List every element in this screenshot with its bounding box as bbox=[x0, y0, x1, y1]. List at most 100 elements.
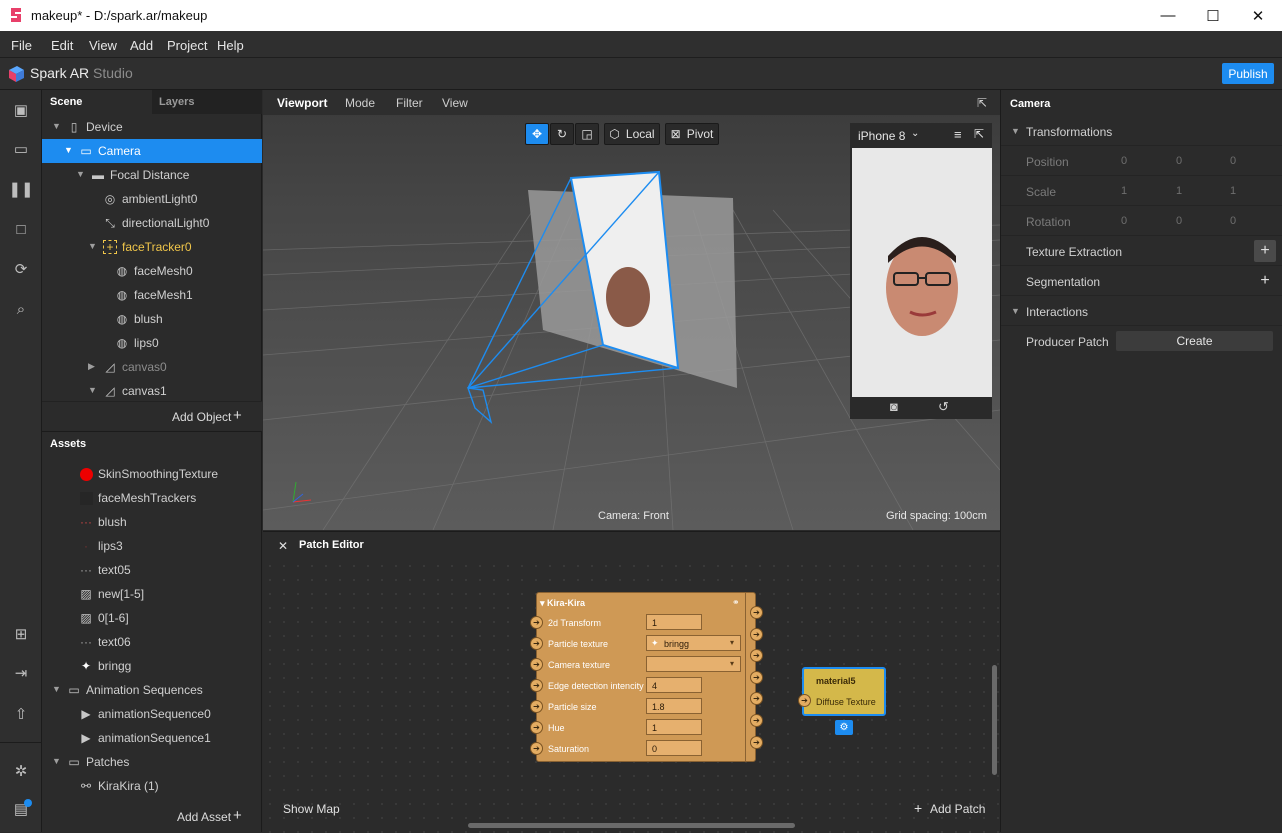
menu-file[interactable]: File bbox=[11, 38, 32, 53]
interactions-section[interactable]: ▼ Interactions bbox=[1001, 296, 1282, 326]
input-port[interactable]: ➔ bbox=[530, 616, 543, 629]
asset-item[interactable]: faceMeshTrackers bbox=[42, 486, 262, 510]
layout-icon[interactable]: ▣ bbox=[11, 100, 31, 120]
input-port[interactable]: ➔ bbox=[530, 700, 543, 713]
input-port[interactable]: ➔ bbox=[530, 721, 543, 734]
plus-icon[interactable]: + bbox=[233, 807, 242, 824]
video-icon[interactable]: ▭ bbox=[11, 139, 31, 159]
texture-select[interactable] bbox=[646, 656, 741, 672]
output-port[interactable]: ➔ bbox=[750, 606, 763, 619]
texture-select[interactable]: bringg bbox=[646, 635, 741, 651]
pivot-button[interactable]: ⊠ Pivot bbox=[665, 123, 719, 145]
tab-layers[interactable]: Layers bbox=[159, 96, 194, 108]
scene-item-lips0[interactable]: ◍ lips0 bbox=[42, 331, 262, 355]
device-select[interactable]: iPhone 8 bbox=[858, 129, 905, 143]
add-segmentation-button[interactable]: + bbox=[1254, 270, 1276, 292]
send-to-device-icon[interactable]: ⇥ bbox=[11, 663, 31, 683]
minimize-button[interactable]: — bbox=[1145, 0, 1191, 31]
gear-icon[interactable]: ⚙ bbox=[835, 720, 853, 735]
link-icon[interactable]: ⚭ bbox=[732, 597, 740, 608]
plus-icon[interactable]: + bbox=[914, 800, 922, 816]
add-file-icon[interactable]: ⊞ bbox=[11, 624, 31, 644]
rotation-x[interactable]: 0 bbox=[1116, 212, 1166, 230]
scale-tool-icon[interactable]: ◲ bbox=[575, 123, 599, 145]
output-port[interactable]: ➔ bbox=[750, 692, 763, 705]
scene-item-canvas1[interactable]: ▼ ◿ canvas1 bbox=[42, 379, 262, 403]
menu-add[interactable]: Add bbox=[130, 38, 153, 53]
screenshot-icon[interactable]: ◙ bbox=[890, 399, 898, 414]
output-port[interactable]: ➔ bbox=[750, 736, 763, 749]
menu-edit[interactable]: Edit bbox=[51, 38, 73, 53]
asset-item[interactable]: ▶ animationSequence1 bbox=[42, 726, 262, 750]
asset-folder[interactable]: ▼ ▭ Animation Sequences bbox=[42, 678, 262, 702]
menu-help[interactable]: Help bbox=[217, 38, 244, 53]
chevron-down-icon[interactable]: ⌄ bbox=[911, 128, 919, 139]
rotate-device-icon[interactable]: ↺ bbox=[938, 399, 949, 415]
rotation-y[interactable]: 0 bbox=[1171, 212, 1221, 230]
asset-item[interactable]: SkinSmoothingTexture bbox=[42, 462, 262, 486]
close-button[interactable]: ✕ bbox=[1235, 0, 1281, 31]
close-icon[interactable]: ✕ bbox=[278, 539, 288, 553]
output-port[interactable]: ➔ bbox=[750, 628, 763, 641]
popout-icon[interactable]: ⇱ bbox=[977, 96, 987, 110]
output-port[interactable]: ➔ bbox=[750, 714, 763, 727]
param-value[interactable]: 1 bbox=[646, 614, 702, 630]
input-port[interactable]: ➔ bbox=[530, 658, 543, 671]
popout-icon[interactable]: ⇱ bbox=[974, 127, 984, 141]
asset-item[interactable]: ··· blush bbox=[42, 510, 262, 534]
scene-item-ambient-light[interactable]: ◎ ambientLight0 bbox=[42, 187, 262, 211]
scene-item-blush[interactable]: ◍ blush bbox=[42, 307, 262, 331]
scene-item-facemesh0[interactable]: ◍ faceMesh0 bbox=[42, 259, 262, 283]
pause-icon[interactable]: ❚❚ bbox=[8, 179, 33, 199]
stop-icon[interactable]: □ bbox=[11, 219, 31, 239]
scene-item-device[interactable]: ▼ ▯ Device bbox=[42, 115, 262, 139]
input-port[interactable]: ➔ bbox=[530, 742, 543, 755]
asset-item[interactable]: ✦ bringg bbox=[42, 654, 262, 678]
plus-icon[interactable]: + bbox=[233, 407, 242, 424]
position-y[interactable]: 0 bbox=[1171, 152, 1221, 170]
menu-view[interactable]: View bbox=[89, 38, 117, 53]
asset-item[interactable]: ··· text06 bbox=[42, 630, 262, 654]
bug-icon[interactable]: ✲ bbox=[11, 761, 31, 781]
param-value[interactable]: 0 bbox=[646, 740, 702, 756]
scale-y[interactable]: 1 bbox=[1171, 182, 1221, 200]
scene-item-face-tracker[interactable]: ▼ + faceTracker0 bbox=[42, 235, 262, 259]
maximize-button[interactable]: ☐ bbox=[1190, 0, 1236, 31]
create-button[interactable]: Create bbox=[1116, 331, 1273, 351]
collapse-icon[interactable]: ▾ bbox=[540, 598, 545, 608]
tab-view[interactable]: View bbox=[442, 96, 468, 110]
vertical-scrollbar[interactable] bbox=[992, 665, 997, 775]
local-button[interactable]: ⬡ Local bbox=[604, 123, 660, 145]
input-port[interactable]: ➔ bbox=[530, 679, 543, 692]
rotate-tool-icon[interactable]: ↻ bbox=[550, 123, 574, 145]
kira-kira-patch[interactable]: ▾ Kira-Kira ⚭ ➔ 2d Transform 1 ➔ Particle t… bbox=[530, 592, 763, 762]
add-object-button[interactable]: Add Object bbox=[172, 410, 231, 424]
scene-item-camera[interactable]: ▼ ▭ Camera bbox=[42, 139, 262, 163]
refresh-icon[interactable]: ⟳ bbox=[11, 259, 31, 279]
publish-button[interactable]: Publish bbox=[1222, 63, 1274, 84]
move-tool-icon[interactable]: ✥ bbox=[525, 123, 549, 145]
menu-project[interactable]: Project bbox=[167, 38, 207, 53]
asset-item[interactable]: ▨ new[1-5] bbox=[42, 582, 262, 606]
param-value[interactable]: 4 bbox=[646, 677, 702, 693]
output-port[interactable]: ➔ bbox=[750, 671, 763, 684]
asset-folder[interactable]: ▼ ▭ Patches bbox=[42, 750, 262, 774]
tab-filter[interactable]: Filter bbox=[396, 96, 423, 110]
material-patch[interactable]: material5 ➔ Diffuse Texture bbox=[798, 667, 886, 716]
show-map-button[interactable]: Show Map bbox=[283, 802, 340, 816]
asset-item[interactable]: ▶ animationSequence0 bbox=[42, 702, 262, 726]
param-value[interactable]: 1 bbox=[646, 719, 702, 735]
input-port[interactable]: ➔ bbox=[530, 637, 543, 650]
output-port[interactable]: ➔ bbox=[750, 649, 763, 662]
rotation-z[interactable]: 0 bbox=[1225, 212, 1275, 230]
scene-item-facemesh1[interactable]: ◍ faceMesh1 bbox=[42, 283, 262, 307]
menu-icon[interactable]: ≡ bbox=[954, 127, 962, 142]
param-value[interactable]: 1.8 bbox=[646, 698, 702, 714]
tab-scene[interactable]: Scene bbox=[50, 96, 82, 108]
input-port[interactable]: ➔ bbox=[798, 694, 811, 707]
transformations-section[interactable]: ▼ Transformations bbox=[1001, 116, 1282, 146]
asset-item[interactable]: ··· text05 bbox=[42, 558, 262, 582]
search-icon[interactable]: ⌕ bbox=[11, 299, 31, 319]
add-patch-button[interactable]: Add Patch bbox=[930, 802, 985, 816]
add-texture-extraction-button[interactable]: + bbox=[1254, 240, 1276, 262]
